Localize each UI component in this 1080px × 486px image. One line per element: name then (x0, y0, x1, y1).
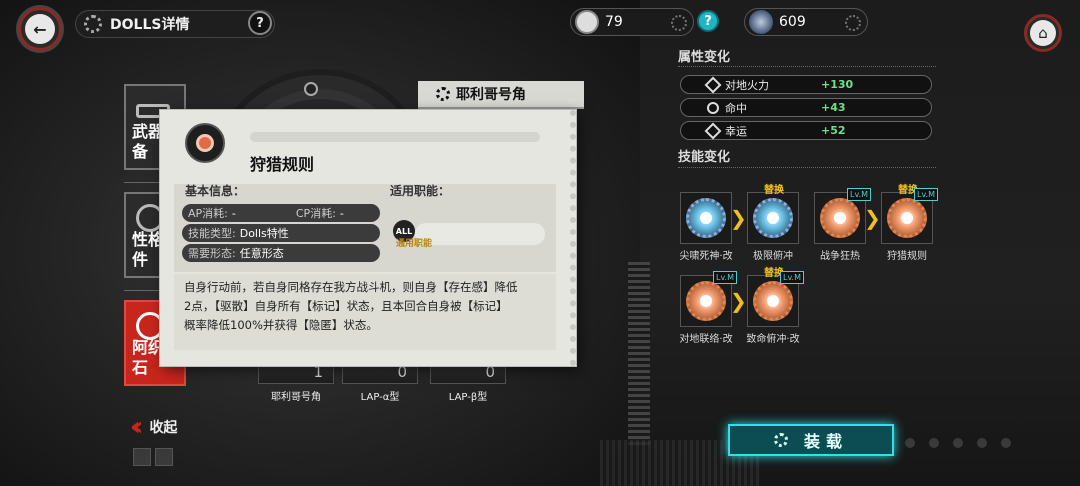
skill-old-1[interactable]: 尖啸死神·改 (675, 192, 737, 262)
stat-row-accuracy: 命中 +43 (680, 98, 932, 117)
skill-icon (753, 198, 793, 238)
info-button[interactable]: ? (697, 10, 719, 32)
form-value: 任意形态 (239, 247, 284, 260)
slot-label: LAP-α型 (360, 392, 400, 403)
gear-icon (436, 87, 450, 101)
level-badge: Lv.M (712, 271, 737, 284)
resource-crystal-value: 609 (779, 14, 806, 30)
ammo-icon (575, 10, 599, 34)
equip-button-label: 装载 (803, 432, 848, 451)
crystal-icon (749, 10, 773, 34)
skill-description: 自身行动前，若自身同格存在我方战斗机，则自身【存在感】降低 2点，【驱散】自身所… (174, 274, 556, 350)
page-title: DOLLS详情 (110, 17, 190, 33)
crosshair-icon (704, 99, 722, 116)
home-icon: ⌂ (1030, 20, 1056, 46)
cp-value: - (339, 206, 344, 220)
ap-cp-row: AP消耗: - CP消耗: - (182, 204, 380, 222)
description-line: 2点，【驱散】自身所有【标记】状态，且本回合自身被【标记】 (184, 299, 508, 313)
form-row: 需要形态: 任意形态 (182, 244, 380, 262)
add-ammo-icon[interactable] (671, 15, 687, 31)
slot-label: LAP-β型 (448, 392, 488, 403)
skills-title: 技能变化 (678, 150, 731, 165)
skill-detail-popup: 狩猎规则 基本信息： 适用职能： AP消耗: - CP消耗: - 技能类型: D… (160, 110, 576, 366)
ap-label: AP消耗: (188, 207, 228, 220)
skill-name: 极限俯冲 (753, 251, 793, 262)
skill-icon (820, 198, 860, 238)
stat-value: +43 (821, 101, 846, 114)
home-button[interactable]: ⌂ (1024, 14, 1062, 52)
page-indicator (133, 448, 151, 466)
divider (678, 66, 936, 67)
gear-icon (84, 15, 102, 33)
cp-label: CP消耗: (295, 207, 336, 220)
stat-value: +52 (821, 124, 846, 137)
swap-badge: 替换 (764, 185, 784, 196)
stat-row-luck: 幸运 +52 (680, 121, 932, 140)
attributes-title: 属性变化 (678, 50, 731, 65)
ap-value: - (231, 206, 236, 220)
stat-value: +130 (821, 78, 854, 91)
level-badge: Lv.M (779, 271, 804, 284)
skill-old-3[interactable]: Lv.M 对地联络·改 (675, 271, 737, 345)
grille-decoration (628, 262, 650, 447)
skill-old-2[interactable]: Lv.M 战争狂热 (809, 188, 871, 262)
stat-name: 对地火力 (725, 78, 769, 92)
skill-icon (753, 281, 793, 321)
resource-ammo-value: 79 (605, 14, 623, 30)
skill-name: 狩猎规则 (887, 251, 927, 262)
basic-info-title: 基本信息： (185, 184, 246, 198)
skill-name: 战争狂热 (820, 251, 860, 262)
job-title: 适用职能： (390, 184, 451, 198)
add-crystal-icon[interactable] (845, 15, 861, 31)
skill-name: 致命俯冲·改 (746, 334, 800, 345)
equip-button[interactable]: 装载 (728, 424, 894, 456)
description-line: 自身行动前，若自身同格存在我方战斗机，则自身【存在感】降低 (184, 280, 518, 294)
sparkle-icon (704, 122, 722, 139)
skill-name: 对地联络·改 (679, 334, 733, 345)
collapse-button[interactable]: ‹‹ 收起 (130, 412, 177, 442)
help-button[interactable]: ? (248, 11, 272, 35)
level-badge: Lv.M (846, 188, 871, 201)
stat-name: 幸运 (725, 124, 747, 138)
skill-name: 狩猎规则 (250, 155, 315, 174)
page-indicator (155, 448, 173, 466)
double-chevron-left-icon: ‹‹ (130, 412, 144, 442)
gear-icon (773, 433, 788, 447)
skill-icon (686, 281, 726, 321)
dots-decoration (905, 438, 1011, 448)
collapse-label: 收起 (149, 420, 178, 436)
skill-name: 尖啸死神·改 (679, 251, 733, 262)
skill-icon (887, 198, 927, 238)
job-label: 通用职能 (396, 239, 433, 249)
skill-new-1[interactable]: 替换 极限俯冲 (742, 185, 804, 262)
divider (678, 167, 936, 168)
form-label: 需要形态: (188, 247, 236, 260)
divider (250, 132, 540, 142)
stat-name: 命中 (725, 101, 747, 115)
back-button[interactable]: ← (18, 7, 62, 51)
level-badge: Lv.M (913, 188, 938, 201)
gear-knob-icon (304, 82, 318, 96)
type-label: 技能类型: (188, 227, 236, 240)
slot-label: 耶利哥号角 (271, 392, 321, 403)
title-bar: DOLLS详情 (75, 10, 275, 38)
type-value: Dolls特性 (239, 227, 289, 240)
skill-avatar-icon (185, 123, 225, 163)
stat-row-ground-firepower: 对地火力 +130 (680, 75, 932, 94)
resource-crystal: 609 (744, 8, 868, 36)
description-line: 概率降低100%并获得【隐匿】状态。 (184, 318, 378, 332)
resource-ammo: 79 (570, 8, 694, 36)
firepower-icon (704, 76, 722, 93)
weapon-header: 耶利哥号角 (418, 81, 584, 109)
skill-icon (686, 198, 726, 238)
type-row: 技能类型: Dolls特性 (182, 224, 380, 242)
job-bar (415, 223, 545, 245)
weapon-name: 耶利哥号角 (456, 87, 526, 103)
back-arrow-icon: ← (25, 14, 55, 44)
skill-new-2[interactable]: 替换 Lv.M 狩猎规则 (876, 185, 938, 262)
skill-new-3[interactable]: 替换 Lv.M 致命俯冲·改 (742, 268, 804, 345)
